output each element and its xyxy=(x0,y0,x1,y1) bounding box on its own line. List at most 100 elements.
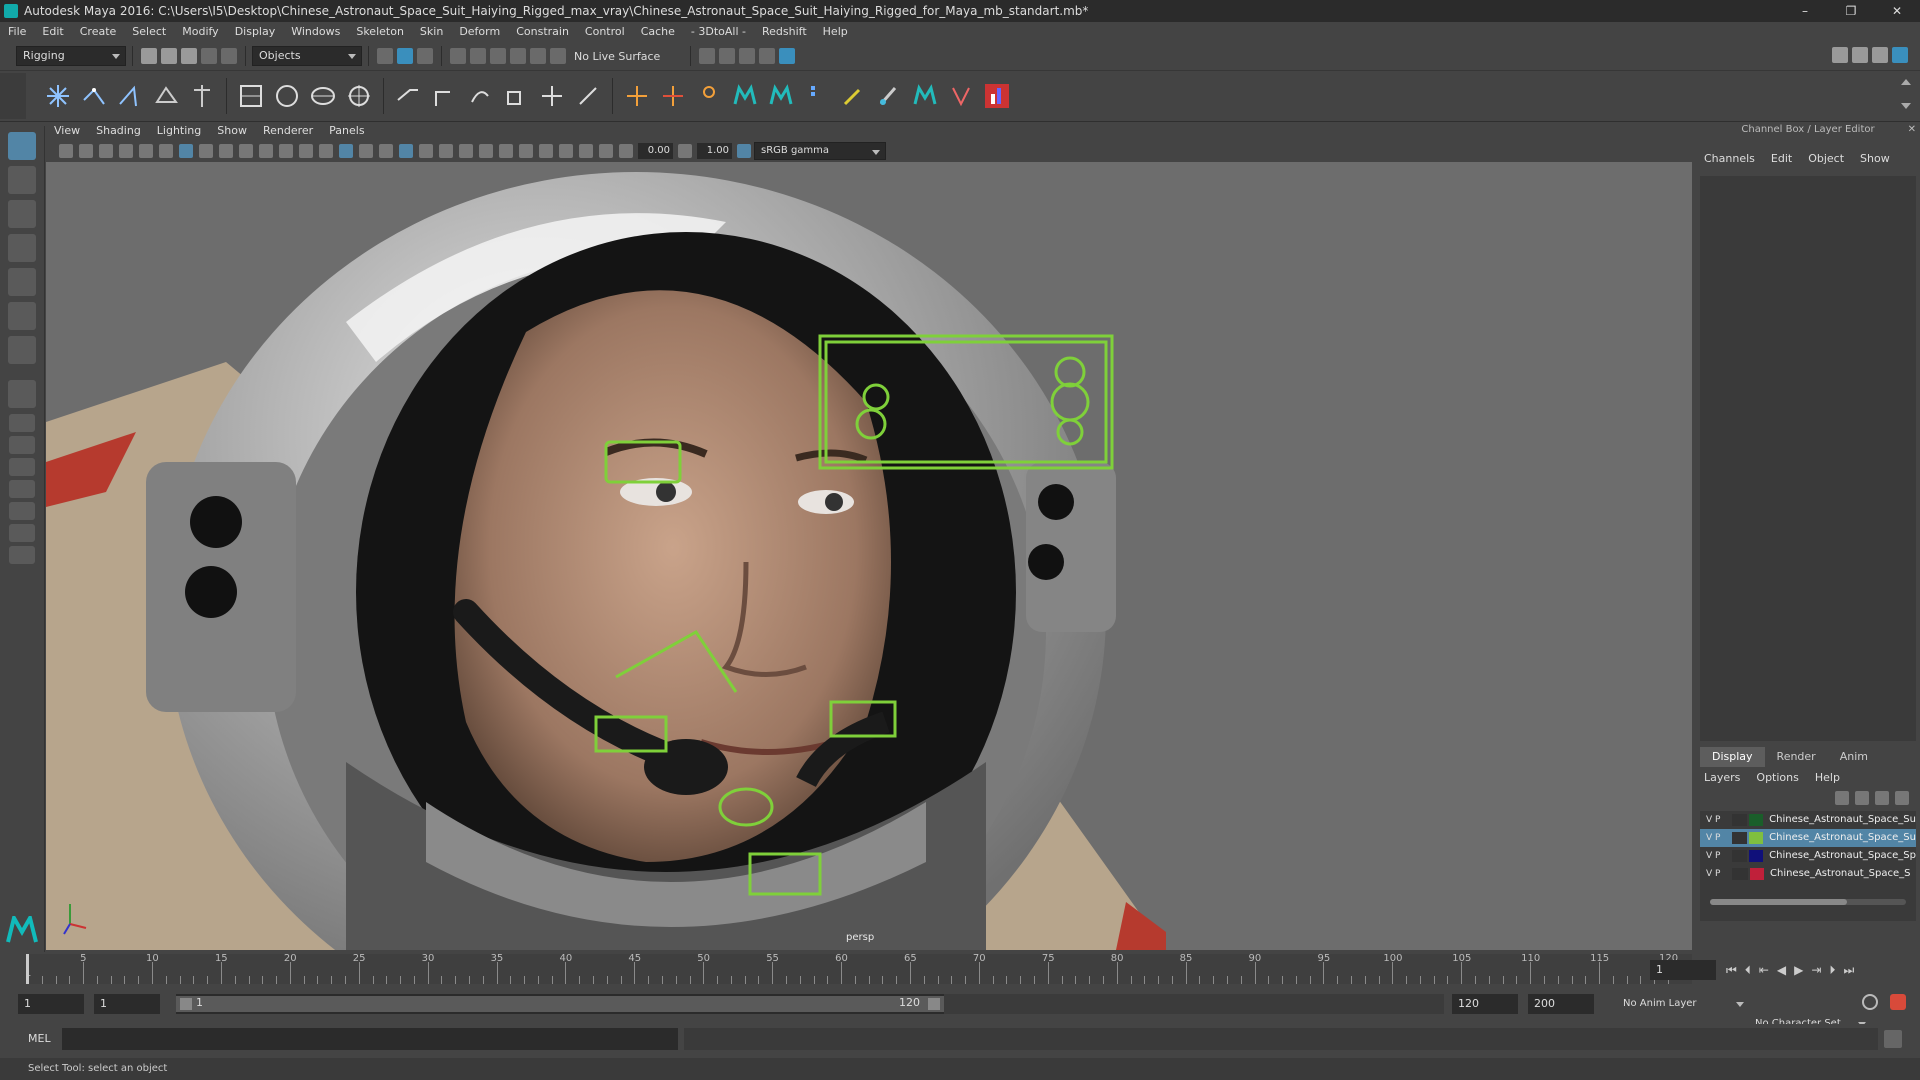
animation-end-field[interactable]: 200 xyxy=(1528,994,1594,1014)
menu-file[interactable]: File xyxy=(0,22,34,42)
mirror-joint-icon[interactable] xyxy=(188,82,216,110)
snap-pivot-icon[interactable] xyxy=(550,48,566,64)
maximize-button[interactable]: ❐ xyxy=(1828,0,1874,22)
grid-icon[interactable] xyxy=(179,144,193,158)
menu-deform[interactable]: Deform xyxy=(451,22,508,42)
aim-constraint-icon[interactable] xyxy=(430,82,458,110)
selection-mode-dropdown[interactable]: Objects xyxy=(252,46,362,66)
layer-menu-options[interactable]: Options xyxy=(1748,767,1806,789)
layout-options-icon[interactable] xyxy=(9,546,35,564)
paint-brush-icon[interactable] xyxy=(875,82,903,110)
paint-select-tool-icon[interactable] xyxy=(8,200,36,228)
hypershade-icon[interactable] xyxy=(779,48,796,64)
live-surface-label[interactable]: No Live Surface xyxy=(574,50,660,63)
channel-box-close-button[interactable]: ✕ xyxy=(1908,124,1916,135)
maya-script-icon-3[interactable] xyxy=(911,82,939,110)
graph-tool-icon[interactable] xyxy=(983,82,1011,110)
multisample-aa-icon[interactable] xyxy=(499,144,513,158)
scale-tool-icon[interactable] xyxy=(8,302,36,330)
menu-control[interactable]: Control xyxy=(577,22,633,42)
channel-list-area[interactable] xyxy=(1700,176,1916,741)
tab-render[interactable]: Render xyxy=(1765,747,1828,767)
time-slider[interactable]: 1510152025303540455055606570758085909510… xyxy=(25,953,1692,984)
isolate-select-icon[interactable] xyxy=(539,144,553,158)
go-to-start-icon[interactable]: ⏮ xyxy=(1722,963,1741,978)
menu-redshift[interactable]: Redshift xyxy=(754,22,815,42)
maya-script-icon-1[interactable] xyxy=(731,82,759,110)
two-view-layout-icon[interactable] xyxy=(9,436,35,454)
undo-icon[interactable] xyxy=(201,48,217,64)
current-frame-field[interactable]: 1 xyxy=(1650,960,1716,980)
snap-point-icon[interactable] xyxy=(490,48,506,64)
scale-constraint-icon[interactable] xyxy=(502,82,530,110)
universal-manipulator-icon[interactable] xyxy=(8,336,36,364)
cluster-icon[interactable] xyxy=(309,82,337,110)
render-current-frame-icon[interactable] xyxy=(719,48,736,64)
save-scene-icon[interactable] xyxy=(181,48,197,64)
range-slider[interactable]: 1 120 xyxy=(176,994,944,1014)
script-grid-icon[interactable] xyxy=(803,82,831,110)
new-scene-icon[interactable] xyxy=(141,48,157,64)
menu-edit[interactable]: Edit xyxy=(34,22,71,42)
exposure-field[interactable]: 0.00 xyxy=(638,143,673,159)
grease-pencil-icon[interactable] xyxy=(139,144,153,158)
rotate-tool-icon[interactable] xyxy=(8,268,36,296)
layer-color-swatch[interactable] xyxy=(1749,850,1764,862)
safe-title-icon[interactable] xyxy=(299,144,313,158)
step-back-key-icon[interactable]: ⇤ xyxy=(1755,963,1773,977)
camera-attributes-icon[interactable] xyxy=(79,144,93,158)
channel-box-menu-object[interactable]: Object xyxy=(1800,148,1852,170)
play-forwards-icon[interactable]: ▶ xyxy=(1790,963,1807,977)
move-layer-down-icon[interactable] xyxy=(1855,791,1869,805)
xray-active-components-icon[interactable] xyxy=(579,144,593,158)
wireframe-icon[interactable] xyxy=(319,144,333,158)
lasso-tool-icon[interactable] xyxy=(8,166,36,194)
layer-menu-help[interactable]: Help xyxy=(1807,767,1848,789)
pole-vector-icon[interactable] xyxy=(574,82,602,110)
safe-action-icon[interactable] xyxy=(279,144,293,158)
snap-view-plane-icon[interactable] xyxy=(510,48,526,64)
viewport-menu-show[interactable]: Show xyxy=(209,122,255,140)
perspective-viewport[interactable]: persp xyxy=(46,162,1692,950)
viewport-menu-panels[interactable]: Panels xyxy=(321,122,372,140)
layer-color-swatch[interactable] xyxy=(1749,832,1764,844)
menu-display[interactable]: Display xyxy=(227,22,284,42)
script-editor-icon[interactable] xyxy=(1884,1030,1902,1048)
image-plane-icon[interactable] xyxy=(119,144,133,158)
modeling-toolkit-icon[interactable] xyxy=(1832,47,1848,63)
menu-select[interactable]: Select xyxy=(124,22,174,42)
new-layer-icon[interactable] xyxy=(1875,791,1889,805)
custom-layout-icon[interactable] xyxy=(9,524,35,542)
step-forward-key-icon[interactable]: ⇥ xyxy=(1807,963,1825,977)
tab-anim[interactable]: Anim xyxy=(1828,747,1880,767)
redo-icon[interactable] xyxy=(221,48,237,64)
bookmark-icon[interactable] xyxy=(99,144,113,158)
depth-of-field-icon[interactable] xyxy=(519,144,533,158)
layer-row[interactable]: V P Chinese_Astronaut_Space_Su xyxy=(1700,811,1916,829)
snap-surface-icon[interactable] xyxy=(530,48,546,64)
move-tool-icon[interactable] xyxy=(8,234,36,262)
layer-row[interactable]: V P Chinese_Astronaut_Space_S xyxy=(1700,865,1916,883)
motion-blur-icon[interactable] xyxy=(479,144,493,158)
menu-3dtoall[interactable]: - 3DtoAll - xyxy=(683,22,754,42)
render-view-icon[interactable] xyxy=(699,48,716,64)
orient-constraint-icon[interactable] xyxy=(466,82,494,110)
menu-modify[interactable]: Modify xyxy=(174,22,226,42)
step-forward-frame-icon[interactable]: ⏵ xyxy=(1825,963,1839,978)
layer-list-scrollbar[interactable] xyxy=(1710,899,1906,905)
menu-help[interactable]: Help xyxy=(815,22,856,42)
layer-row[interactable]: V P Chinese_Astronaut_Space_Su xyxy=(1700,829,1916,847)
tool-settings-icon[interactable] xyxy=(1872,47,1888,63)
channel-box-toggle-icon[interactable] xyxy=(1892,47,1908,63)
close-button[interactable]: ✕ xyxy=(1874,0,1920,22)
shelf-tabs-toggle[interactable] xyxy=(0,73,26,119)
ik-spline-icon[interactable] xyxy=(116,82,144,110)
shadows-icon[interactable] xyxy=(439,144,453,158)
gamma-field[interactable]: 1.00 xyxy=(697,143,732,159)
gate-mask-icon[interactable] xyxy=(239,144,253,158)
layer-color-swatch[interactable] xyxy=(1750,868,1764,880)
viewport-menu-view[interactable]: View xyxy=(46,122,88,140)
render-settings-icon[interactable] xyxy=(759,48,776,64)
xray-joints-icon[interactable] xyxy=(599,144,613,158)
lattice-icon[interactable] xyxy=(273,82,301,110)
